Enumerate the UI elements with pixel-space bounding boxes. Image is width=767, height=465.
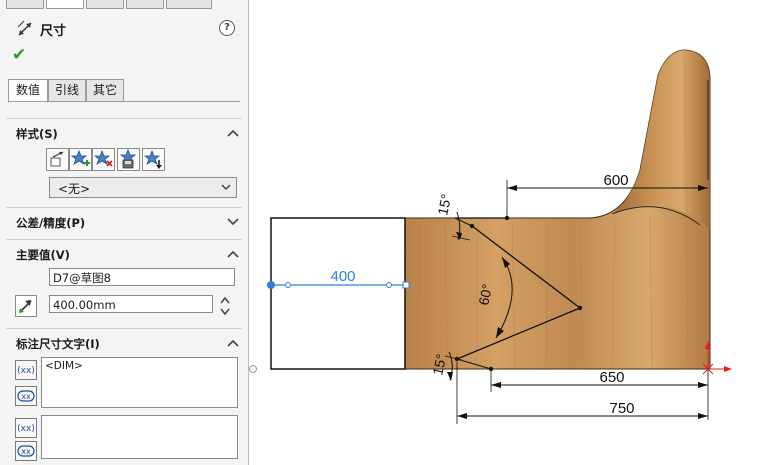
delete-style-icon <box>93 149 113 167</box>
inspection-icon: xx <box>17 445 35 457</box>
dimension-text-section-title[interactable]: 标注尺寸文字(I) <box>16 336 100 352</box>
dim-650-text[interactable]: 650 <box>599 369 624 386</box>
tolerance-section-title[interactable]: 公差/精度(P) <box>16 215 85 231</box>
primary-value-field[interactable]: 400.00mm <box>49 295 213 313</box>
delete-style-button[interactable] <box>92 148 115 171</box>
value-spinner-icon[interactable] <box>219 295 231 317</box>
help-icon[interactable]: ? <box>219 20 235 36</box>
arrowhead <box>698 382 708 388</box>
arrowhead <box>698 413 708 419</box>
save-style-button[interactable] <box>117 148 140 171</box>
load-style-icon <box>143 149 162 169</box>
add-style-button[interactable] <box>69 148 92 171</box>
dim-400-arrow-handle-left[interactable] <box>285 282 291 288</box>
section-divider <box>6 118 242 119</box>
chevron-down-icon[interactable] <box>227 215 239 227</box>
dim-400-text[interactable]: 400 <box>330 268 355 285</box>
style-select[interactable]: <无> <box>49 177 237 198</box>
apply-default-style-button[interactable] <box>46 148 69 171</box>
chevron-up-icon[interactable] <box>227 127 239 139</box>
arrowhead <box>457 413 467 419</box>
property-manager-panel: 尺寸 ? ✔ 数值 引线 其它 样式(S) <无> 公差/精度(P) 主要值(V… <box>0 0 249 465</box>
wood-back-shading <box>612 50 710 230</box>
display-manager-tab[interactable] <box>166 0 212 9</box>
feature-manager-tab[interactable] <box>6 0 44 9</box>
inspection-dimension-button[interactable]: xx <box>15 441 37 461</box>
svg-text:(xx): (xx) <box>17 366 35 376</box>
chevron-down-icon <box>221 184 231 191</box>
svg-text:xx: xx <box>21 392 31 401</box>
tab-other[interactable]: 其它 <box>86 79 124 102</box>
inspection-icon: xx <box>17 390 35 402</box>
dimxpert-manager-tab[interactable] <box>126 0 164 9</box>
panel-top-tabs <box>6 0 242 9</box>
configuration-manager-tab[interactable] <box>86 0 124 9</box>
angle-15-bottom-text[interactable]: 15° <box>429 353 449 377</box>
svg-text:xx: xx <box>21 447 31 456</box>
dim-400-handle-left[interactable] <box>267 281 275 289</box>
justify-text-button[interactable]: (xx) <box>15 360 37 380</box>
checkmark-icon[interactable]: ✔ <box>12 45 26 65</box>
dimension-text-area-secondary[interactable] <box>41 415 238 459</box>
arrowhead <box>507 185 517 191</box>
section-divider <box>6 207 242 208</box>
reverse-direction-button[interactable] <box>15 295 37 317</box>
property-manager-tab[interactable] <box>46 0 84 9</box>
apply-default-icon <box>50 151 64 167</box>
load-style-button[interactable] <box>142 148 165 171</box>
primary-value-section-title[interactable]: 主要值(V) <box>16 247 70 263</box>
parentheses-icon: (xx) <box>17 424 35 434</box>
save-style-icon <box>119 148 137 169</box>
dim-400-arrow-handle-right[interactable] <box>386 282 392 288</box>
dimension-text-area[interactable]: <DIM> <box>41 357 238 408</box>
chevron-up-icon[interactable] <box>227 248 239 260</box>
add-style-icon <box>70 149 90 166</box>
dim-600-text[interactable]: 600 <box>603 172 628 189</box>
parentheses-button[interactable]: (xx) <box>15 418 37 438</box>
reverse-direction-icon <box>19 300 32 313</box>
style-section-title[interactable]: 样式(S) <box>16 126 58 142</box>
parentheses-icon: (xx) <box>17 366 35 376</box>
dim-750-text[interactable]: 750 <box>609 400 634 417</box>
style-select-value: <无> <box>58 182 91 196</box>
arrowhead <box>491 382 501 388</box>
inspection-dimension-button[interactable]: xx <box>15 386 37 406</box>
dimension-icon <box>17 20 32 36</box>
tab-divider <box>8 101 240 102</box>
panel-title: 尺寸 <box>40 24 67 39</box>
sketch-rectangle[interactable] <box>270 217 406 370</box>
tab-value[interactable]: 数值 <box>8 79 48 103</box>
section-divider <box>6 328 242 329</box>
dim-400-handle-right[interactable] <box>402 281 410 289</box>
dimension-name-field[interactable]: D7@草图8 <box>49 268 235 286</box>
tab-leaders[interactable]: 引线 <box>48 79 86 102</box>
section-divider <box>6 239 242 240</box>
graphics-area[interactable]: 400 600 650 750 60° 15° 15° <box>249 0 767 465</box>
svg-text:(xx): (xx) <box>17 424 35 434</box>
angle-15-top-text[interactable]: 15° <box>434 193 454 217</box>
chevron-up-icon[interactable] <box>227 337 239 349</box>
